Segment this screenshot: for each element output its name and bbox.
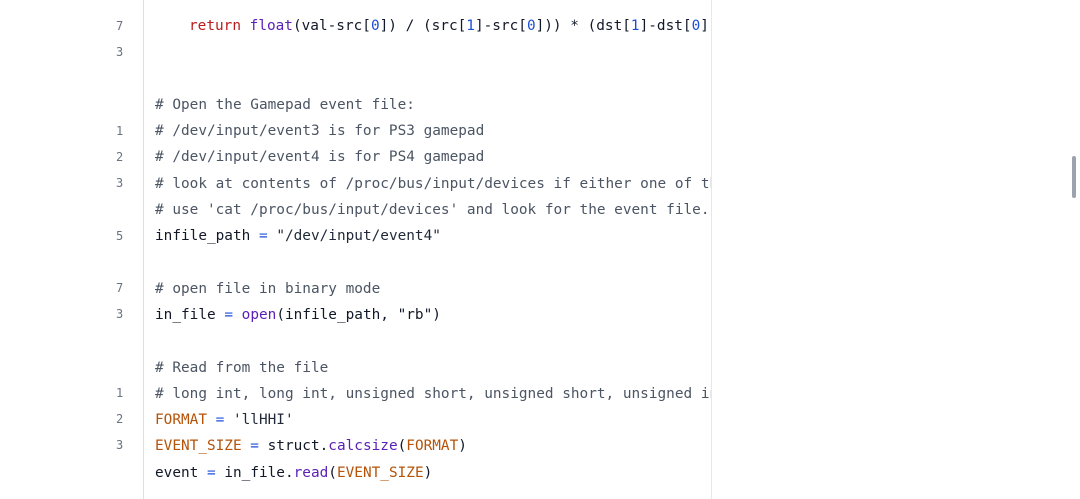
code-line-event-read: event = in_file.read(EVENT_SIZE) <box>155 465 433 481</box>
line-number: 1 <box>116 386 124 400</box>
line-number: 1 <box>116 124 124 138</box>
vertical-scrollbar-thumb[interactable] <box>1072 156 1076 198</box>
line-number: 3 <box>116 438 124 452</box>
code-line-infile-path: infile_path = "/dev/input/event4" <box>155 228 441 244</box>
code-comment-event3: # /dev/input/event3 is for PS3 gamepad <box>155 123 485 139</box>
code-line-format: FORMAT = 'llHHI' <box>155 412 294 428</box>
code-comment-open-gamepad: # Open the Gamepad event file: <box>155 97 415 113</box>
line-number: 2 <box>116 412 124 426</box>
line-number: 7 <box>116 19 124 33</box>
line-number: 3 <box>116 307 124 321</box>
code-comment-read-file: # Read from the file <box>155 360 329 376</box>
line-number: 3 <box>116 176 124 190</box>
code-comment-event4: # /dev/input/event4 is for PS4 gamepad <box>155 149 485 165</box>
code-line-in-file-open: in_file = open(infile_path, "rb") <box>155 307 441 323</box>
code-comment-binary-mode: # open file in binary mode <box>155 281 381 297</box>
line-number-gutter: 7 3 1 2 3 5 7 3 1 2 3 <box>0 0 144 499</box>
code-line-return: return float(val-src[0]) / (src[1]-src[0… <box>189 18 709 34</box>
code-comment-long-int: # long int, long int, unsigned short, un… <box>155 386 711 402</box>
code-comment-use-cat: # use 'cat /proc/bus/input/devices' and … <box>155 202 710 218</box>
line-number: 5 <box>116 229 124 243</box>
code-line-event-size: EVENT_SIZE = struct.calcsize(FORMAT) <box>155 438 467 454</box>
code-comment-look-at-devices: # look at contents of /proc/bus/input/de… <box>155 176 711 192</box>
code-editor[interactable]: return float(val-src[0]) / (src[1]-src[0… <box>144 0 711 499</box>
editor-right-border <box>711 0 712 499</box>
line-number: 3 <box>116 45 124 59</box>
line-number: 2 <box>116 150 124 164</box>
line-number: 7 <box>116 281 124 295</box>
